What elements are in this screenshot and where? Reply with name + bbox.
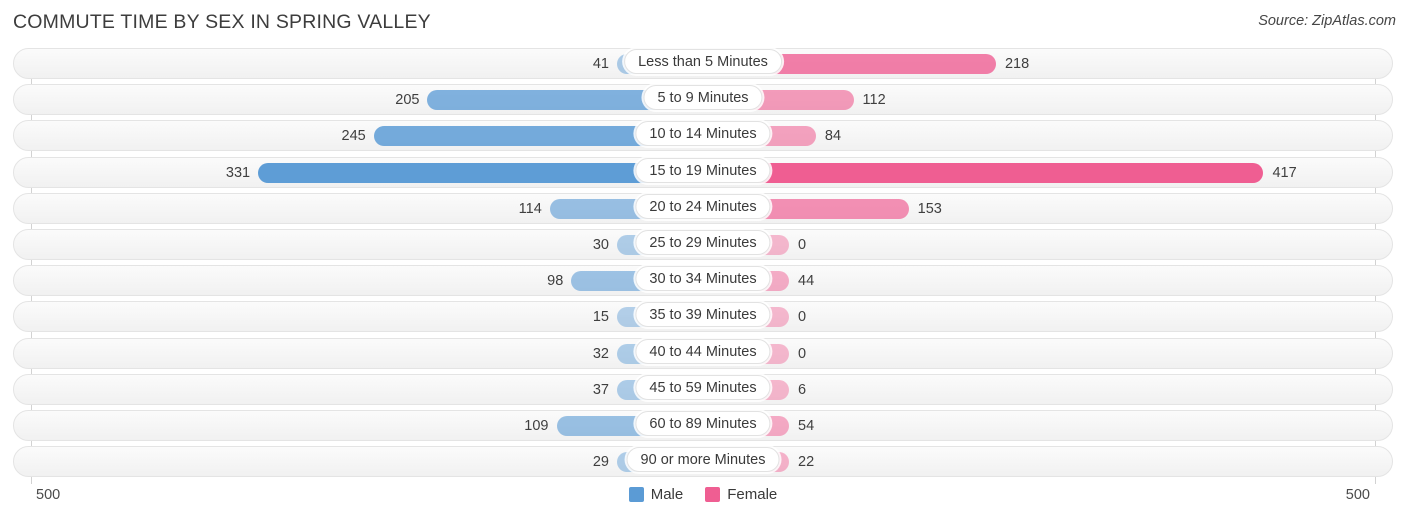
category-label: 35 to 39 Minutes — [635, 302, 771, 328]
value-label-male: 98 — [547, 273, 564, 290]
value-label-male: 109 — [524, 417, 549, 434]
bar-row: 205 112 5 to 9 Minutes — [0, 82, 1406, 118]
value-label-female: 22 — [798, 454, 815, 471]
value-label-male: 29 — [592, 454, 609, 471]
bar-row: 98 44 30 to 34 Minutes — [0, 263, 1406, 299]
value-label-female: 417 — [1272, 164, 1297, 181]
value-label-female: 6 — [798, 381, 807, 398]
category-label: 45 to 59 Minutes — [635, 374, 771, 400]
legend-label: Female — [727, 486, 778, 503]
value-label-female: 112 — [862, 92, 886, 109]
value-label-male: 15 — [592, 309, 609, 326]
value-label-female: 153 — [917, 200, 942, 217]
value-label-male: 331 — [225, 164, 251, 181]
bar-row: 245 84 10 to 14 Minutes — [0, 118, 1406, 154]
value-label-male: 32 — [592, 345, 609, 362]
chart-footer: 500 500 Male Female — [0, 483, 1406, 523]
value-label-male: 114 — [518, 200, 542, 217]
value-label-female: 0 — [798, 345, 807, 362]
bar-row: 114 153 20 to 24 Minutes — [0, 191, 1406, 227]
bar-row: 331 417 15 to 19 Minutes — [0, 155, 1406, 191]
value-label-female: 0 — [798, 236, 807, 253]
category-label: 40 to 44 Minutes — [635, 338, 771, 364]
value-label-male: 37 — [592, 381, 609, 398]
category-label: Less than 5 Minutes — [624, 49, 782, 74]
bar-row: 41 218 Less than 5 Minutes — [0, 46, 1406, 82]
value-label-male: 205 — [395, 92, 420, 109]
bar-female[interactable] — [703, 162, 1264, 183]
category-label: 15 to 19 Minutes — [635, 157, 771, 183]
bar-row: 37 6 45 to 59 Minutes — [0, 372, 1406, 408]
bar-row: 30 0 25 to 29 Minutes — [0, 227, 1406, 263]
category-label: 90 or more Minutes — [626, 447, 780, 473]
legend-swatch-icon — [628, 487, 644, 502]
bar-row: 109 54 60 to 89 Minutes — [0, 408, 1406, 444]
legend-label: Male — [650, 486, 684, 503]
legend-swatch-icon — [705, 487, 721, 502]
bar-row: 15 0 35 to 39 Minutes — [0, 299, 1406, 335]
page-title: COMMUTE TIME BY SEX IN SPRING VALLEY — [13, 11, 431, 33]
category-label: 10 to 14 Minutes — [635, 121, 771, 147]
category-label: 60 to 89 Minutes — [635, 410, 771, 436]
source-attribution: Source: ZipAtlas.com — [1258, 13, 1396, 29]
category-label: 30 to 34 Minutes — [635, 266, 771, 292]
value-label-female: 0 — [798, 309, 807, 326]
value-label-male: 245 — [341, 128, 366, 145]
value-label-male: 30 — [592, 236, 609, 253]
category-label: 5 to 9 Minutes — [643, 85, 763, 111]
value-label-female: 54 — [798, 417, 815, 434]
chart-header: COMMUTE TIME BY SEX IN SPRING VALLEY Sou… — [0, 0, 1406, 46]
bar-row: 29 22 90 or more Minutes — [0, 444, 1406, 480]
value-label-female: 84 — [824, 128, 842, 145]
bar-row: 32 0 40 to 44 Minutes — [0, 336, 1406, 372]
value-label-female: 218 — [1004, 56, 1030, 72]
category-label: 25 to 29 Minutes — [635, 229, 771, 255]
value-label-male: 41 — [592, 56, 609, 72]
bar-rows-container: 41 218 Less than 5 Minutes 205 112 5 to 9 Min… — [0, 46, 1406, 480]
value-label-female: 44 — [798, 273, 815, 290]
category-label: 20 to 24 Minutes — [635, 193, 771, 219]
legend-item-male[interactable]: Male — [628, 486, 684, 503]
legend-item-female[interactable]: Female — [705, 486, 777, 503]
chart-plot-area: 41 218 Less than 5 Minutes 205 112 5 to 9 Min… — [0, 46, 1406, 484]
chart-legend: Male Female — [0, 486, 1406, 503]
